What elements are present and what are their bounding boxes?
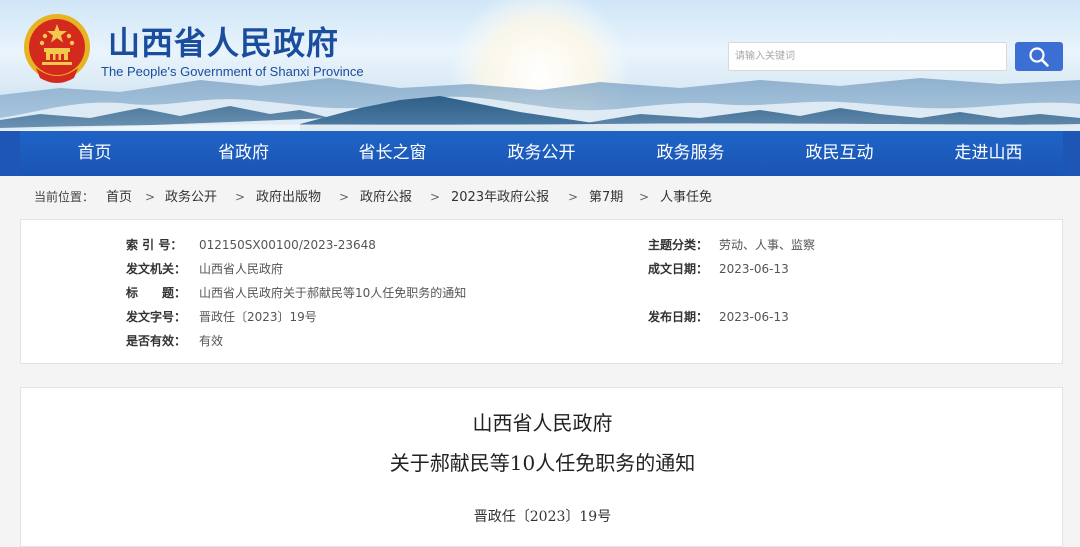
document-content-panel: 山西省人民政府 关于郝献民等10人任免职务的通知 晋政任〔2023〕19号: [20, 387, 1063, 547]
meta-row: 标 题： 山西省人民政府关于郝献民等10人任免职务的通知: [21, 285, 1064, 301]
meta-published-value: 2023-06-13: [719, 310, 789, 324]
meta-issuer-key: 发文机关：: [126, 262, 187, 276]
breadcrumb-separator: >: [430, 190, 441, 204]
breadcrumb-separator: >: [339, 190, 350, 204]
meta-row: 是否有效： 有效: [21, 333, 1064, 349]
breadcrumb-separator: >: [235, 190, 246, 204]
meta-row: 索 引 号： 012150SX00100/2023-23648 主题分类： 劳动…: [21, 237, 1064, 253]
meta-index-value: 012150SX00100/2023-23648: [199, 238, 376, 252]
national-emblem-icon: [24, 14, 90, 83]
meta-category-value: 劳动、人事、监察: [719, 238, 816, 252]
search-input[interactable]: [728, 42, 1007, 71]
document-title-line1: 山西省人民政府: [472, 411, 613, 435]
nav-item-provincial-government[interactable]: 省政府: [169, 131, 318, 176]
site-subtitle: The People's Government of Shanxi Provin…: [101, 64, 364, 79]
breadcrumb-label: 当前位置：: [34, 190, 95, 204]
meta-title-key: 标 题：: [126, 286, 187, 300]
breadcrumb-item[interactable]: 第7期: [589, 176, 623, 219]
breadcrumb-item[interactable]: 政务公开: [165, 176, 217, 219]
breadcrumb-item[interactable]: 政府公报: [360, 176, 412, 219]
meta-row: 发文机关： 山西省人民政府 成文日期： 2023-06-13: [21, 261, 1064, 277]
meta-category-key: 主题分类：: [648, 238, 709, 252]
document-metadata-panel: 索 引 号： 012150SX00100/2023-23648 主题分类： 劳动…: [20, 219, 1063, 364]
meta-created-value: 2023-06-13: [719, 262, 789, 276]
nav-item-government-affairs-disclosure[interactable]: 政务公开: [467, 131, 616, 176]
breadcrumb-item[interactable]: 政府出版物: [256, 176, 321, 219]
document-title-line2: 关于郝献民等10人任免职务的通知: [389, 451, 696, 475]
main-nav: 首页 省政府 省长之窗 政务公开 政务服务 政民互动 走进山西: [0, 131, 1080, 176]
breadcrumb-item-current[interactable]: 人事任免: [660, 176, 712, 219]
nav-item-government-services[interactable]: 政务服务: [616, 131, 765, 176]
breadcrumb-item[interactable]: 首页: [106, 176, 132, 219]
meta-valid-key: 是否有效：: [126, 334, 187, 348]
meta-docnum-value: 晋政任〔2023〕19号: [199, 310, 317, 324]
site-title[interactable]: 山西省人民政府: [108, 18, 339, 64]
search-icon: [1029, 46, 1049, 67]
nav-item-governor-window[interactable]: 省长之窗: [318, 131, 467, 176]
breadcrumb-separator: >: [639, 190, 650, 204]
breadcrumb-separator: >: [145, 190, 156, 204]
nav-item-about-shanxi[interactable]: 走进山西: [914, 131, 1063, 176]
breadcrumb-item[interactable]: 2023年政府公报: [451, 176, 549, 219]
nav-item-public-interaction[interactable]: 政民互动: [765, 131, 914, 176]
search-button[interactable]: [1015, 42, 1063, 71]
nav-item-home[interactable]: 首页: [20, 131, 169, 176]
site-header: 山西省人民政府 The People's Government of Shanx…: [0, 0, 1080, 131]
meta-issuer-value: 山西省人民政府: [199, 262, 284, 276]
meta-title-value: 山西省人民政府关于郝献民等10人任免职务的通知: [199, 286, 467, 300]
breadcrumb: 当前位置： 首页 > 政务公开 > 政府出版物 > 政府公报 > 2023年政府…: [0, 176, 1080, 219]
breadcrumb-separator: >: [568, 190, 579, 204]
meta-created-key: 成文日期：: [648, 262, 709, 276]
meta-row: 发文字号： 晋政任〔2023〕19号 发布日期： 2023-06-13: [21, 309, 1064, 325]
document-number: 晋政任〔2023〕19号: [473, 509, 612, 525]
meta-published-key: 发布日期：: [648, 310, 709, 324]
meta-valid-value: 有效: [199, 334, 224, 348]
meta-index-key: 索 引 号：: [126, 238, 183, 252]
meta-docnum-key: 发文字号：: [126, 310, 187, 324]
